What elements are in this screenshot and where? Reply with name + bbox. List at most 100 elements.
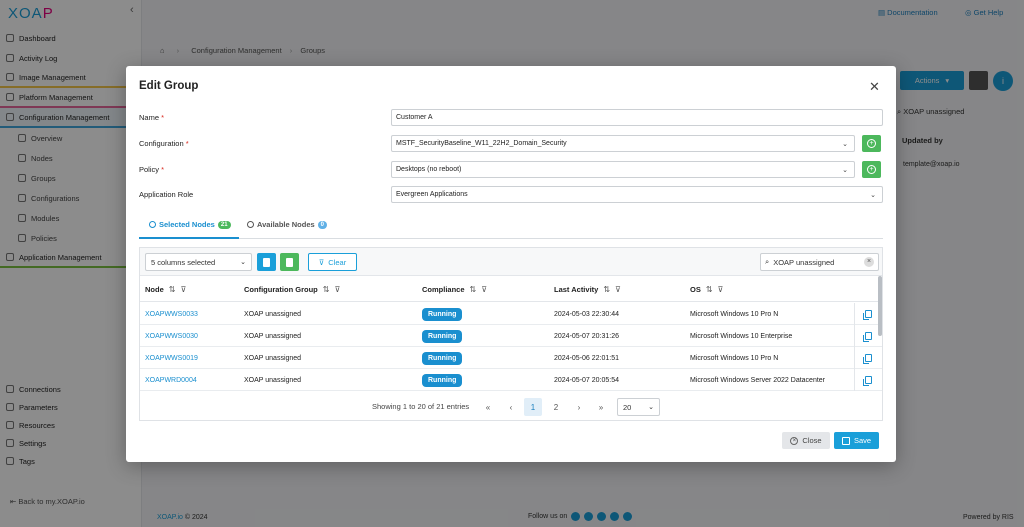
- page-size-select[interactable]: 20 ⌄: [617, 398, 660, 416]
- column-chooser-select[interactable]: 5 columns selected ⌄: [145, 253, 252, 271]
- clear-filters-button[interactable]: ⊽ Clear: [308, 253, 357, 271]
- save-button[interactable]: Save: [834, 432, 879, 449]
- chevron-down-icon: ⌄: [870, 192, 876, 199]
- chevron-down-icon: ⌄: [842, 141, 848, 148]
- chevron-down-icon: ⌄: [842, 167, 848, 174]
- last-page-button[interactable]: »: [592, 398, 610, 416]
- configuration-group-cell: XOAP unassigned: [244, 354, 302, 362]
- chevron-down-icon: ⌄: [240, 259, 246, 266]
- name-row: Name * Customer A: [139, 109, 883, 126]
- pagination: Showing 1 to 20 of 21 entries « ‹ 1 2 › …: [126, 397, 896, 417]
- column-header-configuration-group[interactable]: Configuration Group ⇅ ⊽: [244, 276, 340, 302]
- table-row[interactable]: XOAPWWS0030 XOAP unassigned Running 2024…: [140, 325, 882, 347]
- table-row[interactable]: XOAPWWS0019 XOAP unassigned Running 2024…: [140, 347, 882, 369]
- prev-page-button[interactable]: ‹: [502, 398, 520, 416]
- configuration-row: Configuration * MSTF_SecurityBaseline_W1…: [139, 135, 883, 152]
- sort-icon[interactable]: ⇅: [323, 285, 330, 294]
- compliance-badge: Running: [422, 373, 463, 387]
- policy-select[interactable]: Desktops (no reboot) ⌄: [391, 161, 855, 178]
- file-icon: [263, 257, 270, 267]
- copy-icon: [863, 332, 872, 342]
- first-page-button[interactable]: «: [479, 398, 497, 416]
- search-icon: ⌕: [765, 257, 770, 266]
- grid-toolbar: 5 columns selected ⌄ ⊽ Clear ⌕ XOAP unassig…: [140, 248, 882, 276]
- export-csv-button[interactable]: [257, 253, 276, 271]
- modal-title: Edit Group: [139, 80, 199, 92]
- tab-available-nodes[interactable]: Available Nodes 0: [247, 220, 328, 229]
- table-header: Node ⇅ ⊽ Configuration Group ⇅ ⊽ Compliance ⇅…: [140, 276, 882, 302]
- compliance-badge: Running: [422, 307, 463, 321]
- configuration-group-cell: XOAP unassigned: [244, 332, 302, 340]
- last-activity-cell: 2024-05-07 20:31:26: [554, 332, 619, 340]
- add-policy-button[interactable]: +: [862, 161, 881, 178]
- filter-icon[interactable]: ⊽: [180, 285, 186, 294]
- close-icon[interactable]: ✕: [869, 80, 880, 93]
- table-row[interactable]: XOAPWRD0004 XOAP unassigned Running 2024…: [140, 369, 882, 391]
- compliance-badge: Running: [422, 351, 463, 365]
- chevron-down-icon: ⌄: [648, 404, 654, 411]
- policy-row: Policy * Desktops (no reboot) ⌄ +: [139, 161, 883, 178]
- export-excel-button[interactable]: [280, 253, 299, 271]
- node-link[interactable]: XOAPWWS0033: [145, 303, 198, 325]
- os-cell: Microsoft Windows 10 Enterprise: [690, 332, 793, 340]
- filter-icon[interactable]: ⊽: [615, 285, 621, 294]
- os-cell: Microsoft Windows 10 Pro N: [690, 354, 779, 362]
- copy-icon: [863, 376, 872, 386]
- grid-scrollbar[interactable]: [878, 276, 882, 336]
- save-icon: [841, 436, 850, 445]
- column-header-node[interactable]: Node ⇅ ⊽: [145, 276, 186, 302]
- configuration-label: Configuration: [139, 139, 184, 148]
- os-cell: Microsoft Windows Server 2022 Datacenter: [690, 376, 825, 384]
- selected-count-badge: 21: [217, 220, 231, 229]
- excel-icon: [286, 257, 293, 267]
- plus-circle-icon: [247, 221, 254, 228]
- last-activity-cell: 2024-05-07 20:05:54: [554, 376, 619, 384]
- sort-icon[interactable]: ⇅: [603, 285, 610, 294]
- configuration-group-cell: XOAP unassigned: [244, 310, 302, 318]
- node-link[interactable]: XOAPWWS0030: [145, 325, 198, 347]
- edit-group-modal: Edit Group ✕ Name * Customer A Configura…: [126, 66, 896, 462]
- grid-search-input[interactable]: ⌕ XOAP unassigned ×: [760, 253, 879, 271]
- os-cell: Microsoft Windows 10 Pro N: [690, 310, 779, 318]
- compliance-badge: Running: [422, 329, 463, 343]
- table-row[interactable]: XOAPWWS0033 XOAP unassigned Running 2024…: [140, 303, 882, 325]
- filter-icon[interactable]: ⊽: [334, 285, 340, 294]
- copy-button[interactable]: [854, 347, 882, 369]
- configuration-group-cell: XOAP unassigned: [244, 376, 302, 384]
- plus-icon: +: [867, 165, 876, 174]
- add-configuration-button[interactable]: +: [862, 135, 881, 152]
- sort-icon[interactable]: ⇅: [706, 285, 713, 294]
- sort-icon[interactable]: ⇅: [470, 285, 477, 294]
- copy-icon: [863, 354, 872, 364]
- tab-selected-nodes[interactable]: Selected Nodes 21: [139, 220, 239, 239]
- available-count-badge: 0: [317, 220, 328, 229]
- application-role-select[interactable]: Evergreen Applications ⌄: [391, 186, 883, 203]
- page-1-button[interactable]: 1: [524, 398, 542, 416]
- nodes-grid: 5 columns selected ⌄ ⊽ Clear ⌕ XOAP unassig…: [139, 247, 883, 421]
- last-activity-cell: 2024-05-03 22:30:44: [554, 310, 619, 318]
- column-header-os[interactable]: OS ⇅ ⊽: [690, 276, 723, 302]
- name-label: Name: [139, 113, 160, 122]
- page-2-button[interactable]: 2: [547, 398, 565, 416]
- next-page-button[interactable]: ›: [570, 398, 588, 416]
- application-role-row: Application Role Evergreen Applications ⌄: [139, 186, 883, 203]
- name-input[interactable]: Customer A: [391, 109, 883, 126]
- filter-icon[interactable]: ⊽: [481, 285, 487, 294]
- node-link[interactable]: XOAPWWS0019: [145, 347, 198, 369]
- copy-button[interactable]: [854, 369, 882, 391]
- configuration-select[interactable]: MSTF_SecurityBaseline_W11_22H2_Domain_Se…: [391, 135, 855, 152]
- filter-icon[interactable]: ⊽: [718, 285, 724, 294]
- filter-icon: ⊽: [318, 257, 325, 267]
- copy-icon: [863, 310, 872, 320]
- check-circle-icon: [149, 221, 156, 228]
- node-link[interactable]: XOAPWRD0004: [145, 369, 197, 391]
- column-header-compliance[interactable]: Compliance ⇅ ⊽: [422, 276, 487, 302]
- policy-label: Policy: [139, 165, 160, 174]
- close-circle-icon: ×: [790, 436, 799, 445]
- close-button[interactable]: × Close: [782, 432, 830, 449]
- column-header-last-activity[interactable]: Last Activity ⇅ ⊽: [554, 276, 621, 302]
- clear-search-icon[interactable]: ×: [864, 257, 874, 267]
- sort-icon[interactable]: ⇅: [169, 285, 176, 294]
- plus-icon: +: [867, 139, 876, 148]
- application-role-label: Application Role: [139, 190, 194, 199]
